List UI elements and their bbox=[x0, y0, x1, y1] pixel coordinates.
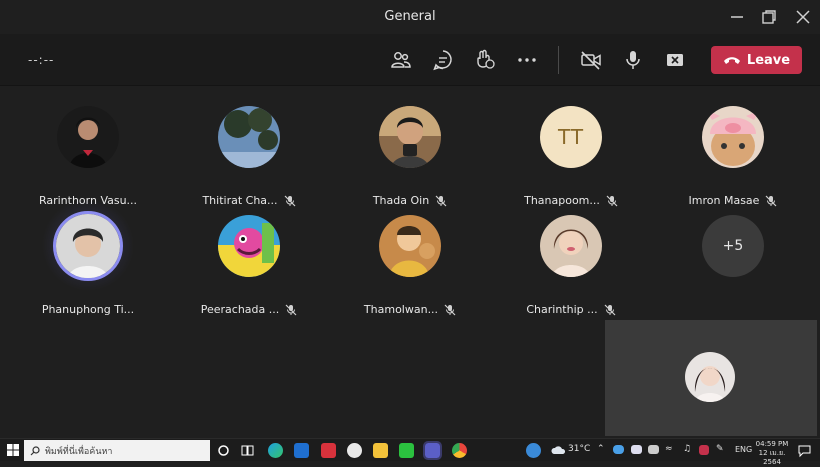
battery-icon[interactable] bbox=[648, 445, 659, 454]
reactions-icon[interactable] bbox=[473, 48, 497, 72]
initials-text: TT bbox=[557, 125, 585, 149]
widget-icon[interactable] bbox=[526, 443, 541, 458]
avatar bbox=[53, 211, 123, 281]
avatar bbox=[540, 215, 602, 277]
mic-muted-icon bbox=[604, 304, 616, 315]
participants-icon[interactable] bbox=[389, 48, 413, 72]
chat-icon[interactable] bbox=[431, 48, 455, 72]
participant-tile[interactable]: Thitirat Cha... bbox=[179, 106, 319, 207]
mic-muted-icon bbox=[606, 195, 618, 206]
hang-up-icon bbox=[723, 57, 740, 64]
search-placeholder: พิมพ์ที่นี่เพื่อค้นหา bbox=[45, 446, 113, 457]
title-bar: General bbox=[0, 0, 820, 34]
pen-icon[interactable]: ✎ bbox=[716, 444, 724, 454]
window-title: General bbox=[384, 9, 436, 24]
meeting-toolbar: --:-- Leave bbox=[0, 34, 820, 86]
toolbar-divider bbox=[558, 46, 559, 74]
restore-icon[interactable] bbox=[760, 8, 778, 26]
clock[interactable]: 04:59 PM 12 เม.ย. 2564 bbox=[752, 440, 792, 467]
language-indicator[interactable]: ENG bbox=[735, 445, 752, 454]
microphone-icon[interactable] bbox=[621, 48, 645, 72]
participant-tile[interactable]: Thada Oin bbox=[340, 106, 480, 207]
participant-name: Thanapoom... bbox=[524, 194, 600, 207]
weather-cloud-icon bbox=[551, 446, 566, 454]
volume-icon[interactable]: ♫ bbox=[683, 444, 691, 454]
avatar-initials: TT bbox=[540, 106, 602, 168]
mic-muted-icon bbox=[435, 195, 447, 206]
clock-time: 04:59 PM bbox=[755, 440, 789, 448]
mic-muted-icon bbox=[444, 304, 456, 315]
participant-tile[interactable]: Imron Masae bbox=[663, 106, 803, 207]
wifi-icon[interactable]: ≈ bbox=[665, 444, 673, 454]
avatar bbox=[379, 106, 441, 168]
close-icon[interactable] bbox=[794, 8, 812, 26]
clock-date: 12 เม.ย. 2564 bbox=[758, 449, 786, 466]
avatar bbox=[218, 215, 280, 277]
overflow-count: +5 bbox=[722, 238, 744, 254]
more-participants-tile[interactable]: +5 bbox=[663, 215, 803, 315]
participant-tile[interactable]: Rarinthorn Vasu... bbox=[18, 106, 158, 207]
onedrive-icon[interactable] bbox=[613, 445, 624, 454]
participant-name: Thamolwan... bbox=[363, 303, 439, 316]
mic-muted-icon bbox=[285, 304, 297, 315]
avatar bbox=[57, 106, 119, 168]
line-icon[interactable] bbox=[399, 443, 414, 458]
more-options-icon[interactable] bbox=[515, 48, 539, 72]
participant-tile-speaking[interactable]: Phanuphong Ti... bbox=[18, 195, 158, 316]
mic-muted-icon bbox=[766, 195, 777, 206]
tray-chevron-icon[interactable]: ⌃ bbox=[597, 444, 605, 454]
participant-name: Peerachada ... bbox=[200, 303, 280, 316]
participant-tile[interactable]: TT Thanapoom... bbox=[501, 106, 641, 207]
teams-icon[interactable] bbox=[423, 441, 442, 460]
file-explorer-icon[interactable] bbox=[373, 443, 388, 458]
participant-grid: Rarinthorn Vasu... Thitirat Cha... Thada… bbox=[0, 87, 820, 437]
leave-label: Leave bbox=[746, 52, 791, 68]
participant-name: Imron Masae bbox=[688, 194, 760, 207]
chrome-icon[interactable] bbox=[452, 443, 467, 458]
camera-off-icon[interactable] bbox=[579, 48, 603, 72]
taskbar: พิมพ์ที่นี่เพื่อค้นหา 31°C ⌃ ≈ ♫ ✎ ENG 0… bbox=[0, 438, 820, 466]
participant-name: Phanuphong Ti... bbox=[41, 303, 135, 316]
participant-tile[interactable]: Peerachada ... bbox=[179, 215, 319, 316]
edge-icon[interactable] bbox=[268, 443, 283, 458]
participant-name: Charinthip ... bbox=[526, 303, 598, 316]
task-view-icon[interactable] bbox=[240, 443, 255, 458]
taskbar-search[interactable]: พิมพ์ที่นี่เพื่อค้นหา bbox=[24, 440, 210, 461]
participant-name: Thada Oin bbox=[372, 194, 430, 207]
app-circle-icon[interactable] bbox=[347, 443, 362, 458]
mic-muted-icon bbox=[284, 195, 295, 206]
avatar bbox=[379, 215, 441, 277]
self-view[interactable] bbox=[605, 320, 817, 436]
overflow-avatar[interactable]: +5 bbox=[702, 215, 764, 277]
minimize-icon[interactable] bbox=[728, 8, 746, 26]
meeting-timer: --:-- bbox=[28, 53, 55, 67]
notification-icon[interactable] bbox=[797, 443, 812, 458]
windows-start-icon[interactable] bbox=[7, 444, 19, 456]
app-red-icon[interactable] bbox=[321, 443, 336, 458]
mail-icon[interactable] bbox=[294, 443, 309, 458]
self-avatar bbox=[685, 352, 735, 402]
participant-tile[interactable]: Thamolwan... bbox=[340, 215, 480, 316]
stop-sharing-icon[interactable] bbox=[663, 48, 687, 72]
participant-tile[interactable]: Charinthip ... bbox=[501, 215, 641, 316]
avatar bbox=[702, 106, 764, 168]
tray-red-icon[interactable] bbox=[699, 445, 709, 455]
tray-app-icon[interactable] bbox=[631, 445, 642, 454]
avatar bbox=[218, 106, 280, 168]
cortana-icon[interactable] bbox=[216, 443, 231, 458]
leave-button[interactable]: Leave bbox=[711, 46, 802, 74]
weather-temp: 31°C bbox=[568, 444, 591, 454]
participant-name: Thitirat Cha... bbox=[202, 194, 278, 207]
search-icon bbox=[30, 445, 40, 455]
